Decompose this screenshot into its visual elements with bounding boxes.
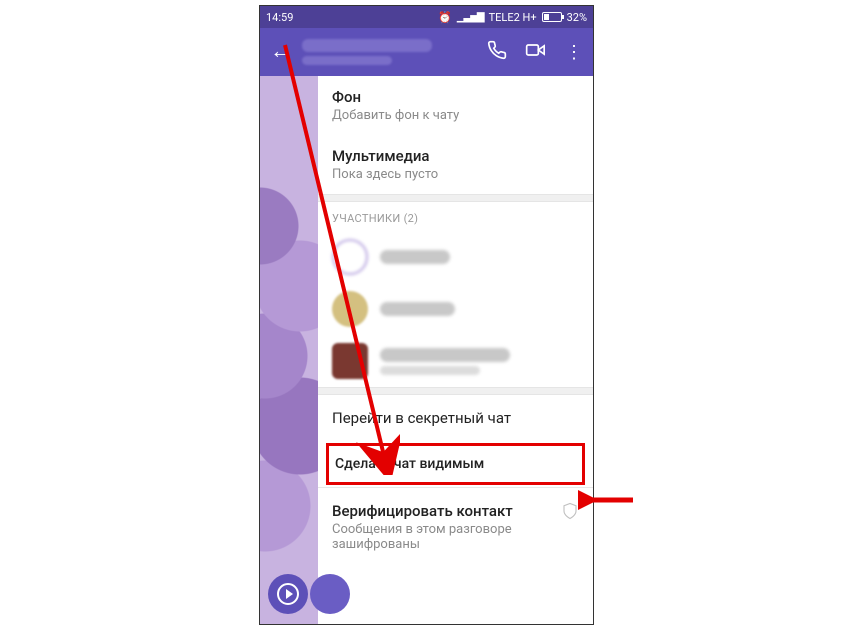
participant-name-blurred: [380, 348, 510, 362]
chat-info-panel: Фон Добавить фон к чату Мультимедиа Пока…: [318, 76, 593, 624]
make-visible-row[interactable]: Сделать чат видимым: [326, 443, 585, 485]
video-call-button[interactable]: [521, 40, 549, 65]
participant-name-blurred: [380, 302, 455, 316]
back-button[interactable]: ←: [270, 41, 292, 63]
secondary-fab[interactable]: [310, 574, 350, 614]
phone-frame: 14:59 ⏰ ▁▃▅▇ TELE2 H+ 32% ← ⋮: [259, 5, 594, 625]
add-participant-row[interactable]: [318, 231, 593, 283]
battery-label: 32%: [567, 11, 587, 24]
status-time: 14:59: [266, 11, 293, 24]
background-title: Фон: [332, 88, 579, 106]
make-visible-label: Сделать чат видимым: [335, 456, 484, 472]
status-icons: ⏰ ▁▃▅▇ TELE2 H+ 32%: [438, 11, 587, 24]
verify-subtitle: Сообщения в этом разговоре зашифрованы: [332, 522, 579, 552]
alarm-icon: ⏰: [438, 11, 452, 24]
secret-chat-row[interactable]: Перейти в секретный чат: [318, 395, 593, 441]
participant-sub-blurred: [380, 366, 480, 375]
participant-row[interactable]: [318, 335, 593, 387]
chat-title-area[interactable]: [302, 39, 473, 65]
verify-title: Верифицировать контакт: [332, 502, 579, 520]
section-divider: [318, 194, 593, 202]
add-label-blurred: [380, 250, 450, 264]
background-subtitle: Добавить фон к чату: [332, 108, 579, 123]
add-avatar-icon: [332, 239, 368, 275]
chat-header: ← ⋮: [260, 28, 593, 76]
participant-row[interactable]: [318, 283, 593, 335]
background-setting[interactable]: Фон Добавить фон к чату: [318, 76, 593, 135]
chat-background-strip: [260, 76, 318, 624]
carrier-label: TELE2 H+: [489, 11, 537, 24]
avatar: [332, 343, 368, 379]
verify-contact-row[interactable]: Верифицировать контакт Сообщения в этом …: [318, 488, 593, 566]
avatar: [332, 291, 368, 327]
section-divider: [318, 387, 593, 395]
signal-icon: ▁▃▅▇: [457, 12, 484, 23]
multimedia-title: Мультимедиа: [332, 147, 579, 165]
multimedia-setting[interactable]: Мультимедиа Пока здесь пусто: [318, 135, 593, 194]
secret-chat-label: Перейти в секретный чат: [332, 409, 511, 427]
shield-icon: [561, 502, 579, 524]
play-fab[interactable]: [268, 574, 308, 614]
multimedia-subtitle: Пока здесь пусто: [332, 167, 579, 182]
participants-header: УЧАСТНИКИ (2): [318, 202, 593, 231]
voice-call-button[interactable]: [483, 40, 511, 65]
more-menu-button[interactable]: ⋮: [559, 42, 587, 63]
status-bar: 14:59 ⏰ ▁▃▅▇ TELE2 H+ 32%: [260, 6, 593, 28]
battery-icon: [542, 12, 562, 22]
